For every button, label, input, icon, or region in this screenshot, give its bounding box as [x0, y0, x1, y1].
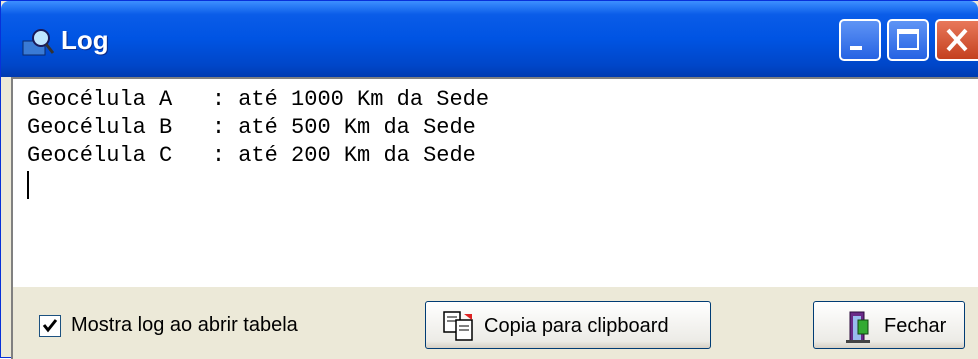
close-icon — [946, 28, 968, 52]
checkmark-icon — [42, 319, 58, 333]
text-caret — [27, 171, 29, 199]
magnifier-icon — [22, 29, 55, 56]
maximize-button[interactable] — [887, 19, 929, 61]
log-line: Geocélula C : até 200 Km da Sede — [27, 143, 476, 168]
minimize-icon — [850, 46, 862, 50]
close-button-label: Fechar — [884, 315, 947, 337]
footer-bar: Mostra log ao abrir tabela Copia para cl… — [11, 287, 978, 359]
log-line: Geocélula A : até 1000 Km da Sede — [27, 87, 490, 112]
show-log-checkbox[interactable] — [39, 315, 61, 337]
copy-button-label: Copia para clipboard — [484, 315, 669, 337]
log-window: Log Geocélula A : até 1000 Km da Sede Ge… — [0, 0, 978, 359]
log-line: Geocélula B : até 500 Km da Sede — [27, 115, 476, 140]
window-title: Log — [61, 25, 109, 55]
close-window-button[interactable] — [935, 19, 978, 61]
log-text-area[interactable]: Geocélula A : até 1000 Km da Sede Geocél… — [11, 77, 978, 287]
title-bar[interactable]: Log — [1, 1, 978, 77]
maximize-icon — [897, 29, 919, 50]
close-button[interactable]: Fechar — [813, 301, 965, 349]
copy-to-clipboard-button[interactable]: Copia para clipboard — [425, 301, 711, 349]
show-log-label[interactable]: Mostra log ao abrir tabela — [71, 314, 298, 337]
clipboard-copy-icon — [443, 311, 473, 341]
minimize-button[interactable] — [839, 19, 881, 61]
door-exit-icon — [846, 311, 870, 343]
